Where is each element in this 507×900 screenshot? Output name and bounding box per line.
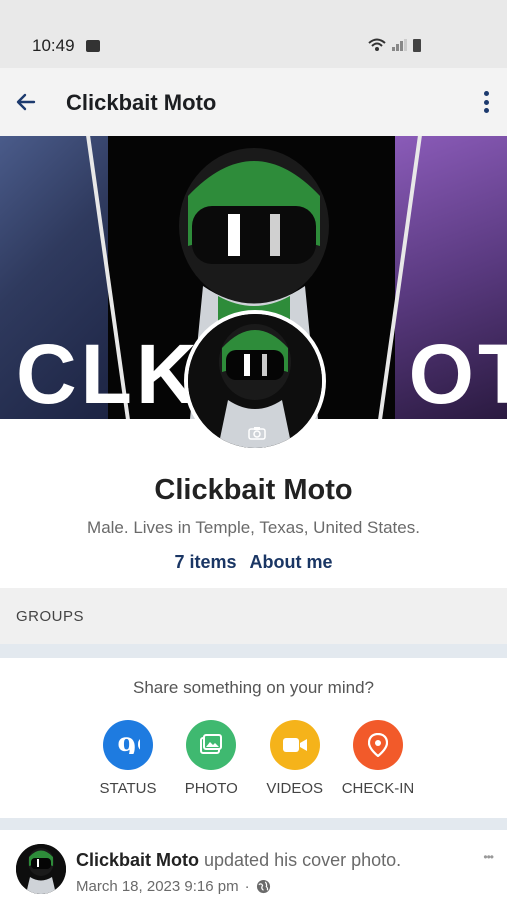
check-in-button[interactable]: CHECK-IN xyxy=(338,720,418,797)
status-bar: 10:49 xyxy=(0,0,507,68)
profile-bio: Male. Lives in Temple, Texas, United Sta… xyxy=(87,518,420,537)
gallery-notification-icon xyxy=(86,40,100,52)
svg-text:99: 99 xyxy=(117,736,140,754)
post-more-icon[interactable]: ••• xyxy=(483,850,494,864)
section-divider xyxy=(0,644,507,658)
feed-post: Clickbait Moto updated his cover photo. … xyxy=(0,830,507,900)
battery-icon xyxy=(413,38,421,52)
camera-icon[interactable] xyxy=(248,426,266,440)
status-icons xyxy=(368,38,421,52)
about-me-link[interactable]: About me xyxy=(250,552,333,572)
share-actions: 99 STATUS PHOTO VIDEOS xyxy=(88,720,418,797)
meta-separator: · xyxy=(244,878,250,895)
groups-section[interactable]: GROUPS xyxy=(0,588,507,644)
back-arrow-icon[interactable] xyxy=(12,88,40,116)
videos-label: VIDEOS xyxy=(266,780,323,797)
post-meta: March 18, 2023 9:16 pm · xyxy=(76,878,271,895)
status-time: 10:49 xyxy=(32,36,75,55)
share-prompt[interactable]: Share something on your mind? xyxy=(0,678,507,698)
status-button[interactable]: 99 STATUS xyxy=(88,720,168,797)
globe-icon xyxy=(256,879,270,894)
section-divider xyxy=(0,818,507,830)
page-title: Clickbait Moto xyxy=(66,90,217,115)
share-composer: Share something on your mind? 99 STATUS … xyxy=(0,658,507,818)
video-camera-icon xyxy=(269,720,320,770)
cell-signal-icon xyxy=(392,39,407,51)
profile-name: Clickbait Moto xyxy=(154,474,353,506)
wifi-icon xyxy=(368,38,386,51)
location-pin-icon xyxy=(352,720,403,770)
check-in-label: CHECK-IN xyxy=(341,780,415,797)
videos-button[interactable]: VIDEOS xyxy=(255,720,335,797)
photo-button[interactable]: PHOTO xyxy=(171,720,251,797)
post-headline: Clickbait Moto updated his cover photo. xyxy=(76,850,401,871)
profile-links: 7 items About me xyxy=(0,552,507,573)
post-avatar[interactable] xyxy=(16,844,66,894)
quote-icon: 99 xyxy=(103,720,153,770)
photo-label: PHOTO xyxy=(184,780,238,797)
profile-avatar[interactable] xyxy=(184,310,326,452)
app-bar: Clickbait Moto xyxy=(0,68,507,136)
more-options-icon[interactable] xyxy=(481,88,491,116)
items-link[interactable]: 7 items xyxy=(174,552,236,572)
post-timestamp[interactable]: March 18, 2023 9:16 pm xyxy=(76,878,239,895)
post-action-text: updated his cover photo. xyxy=(199,850,402,870)
status-label: STATUS xyxy=(99,780,157,797)
post-author[interactable]: Clickbait Moto xyxy=(76,850,199,870)
photo-icon xyxy=(186,720,237,770)
groups-label: GROUPS xyxy=(16,608,85,625)
